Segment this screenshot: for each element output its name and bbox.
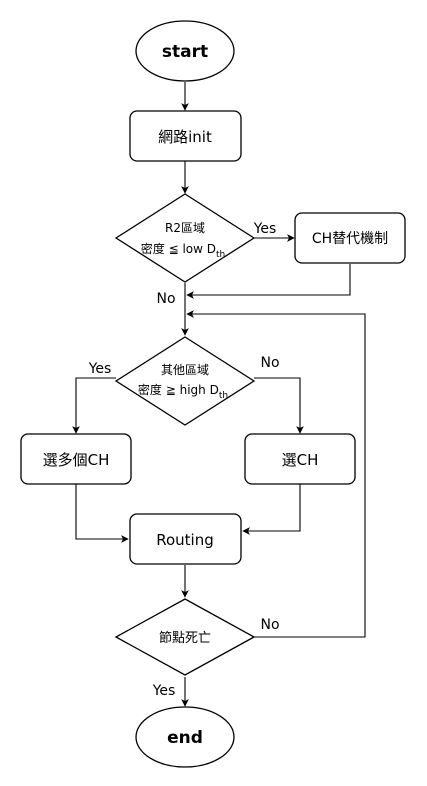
multi-ch-label: 選多個CH — [43, 451, 110, 469]
one-ch-label: 選CH — [282, 451, 319, 469]
d2-label-line1: 其他區域 — [161, 363, 209, 377]
edge-d2-no — [254, 377, 304, 434]
d3-no-label: No — [260, 617, 279, 633]
d1-label-sub: th — [216, 250, 225, 260]
d2-no-label: No — [260, 355, 279, 371]
flowchart: start 網路init R2區域 密度 ≦ low Dth CH替代機制 其他… — [20, 20, 406, 768]
edge-d2-yes — [72, 377, 116, 434]
end-node: end — [135, 706, 235, 768]
routing-node: Routing — [129, 513, 242, 565]
d3-label: 節點死亡 — [159, 631, 211, 646]
d2-label-main: 密度 ≧ high D — [138, 382, 219, 397]
edge-one-routing — [242, 484, 301, 535]
d3-yes-label: Yes — [152, 683, 176, 699]
ch-replace-label: CH替代機制 — [312, 231, 388, 247]
decision-other-density: 其他區域 密度 ≧ high Dth — [114, 336, 256, 426]
d1-label-main: 密度 ≦ low D — [141, 241, 216, 256]
multi-ch-node: 選多個CH — [20, 433, 132, 485]
d1-yes-label: Yes — [253, 221, 277, 237]
end-label: end — [167, 728, 203, 748]
d2-yes-label: Yes — [88, 361, 112, 377]
ch-replace-node: CH替代機制 — [294, 212, 406, 264]
d1-label-line1: R2區域 — [165, 221, 205, 235]
d1-no-label: No — [156, 291, 175, 307]
decision-node-dead: 節點死亡 — [114, 598, 256, 676]
routing-label: Routing — [156, 531, 214, 549]
init-label: 網路init — [158, 128, 212, 146]
edge-multi-routing — [75, 484, 129, 543]
start-label: start — [162, 42, 208, 62]
start-node: start — [135, 20, 235, 82]
one-ch-node: 選CH — [244, 433, 356, 485]
edge-chreplace-back — [186, 264, 351, 299]
d2-label-sub: th — [219, 391, 228, 401]
decision-r2-density: R2區域 密度 ≦ low Dth — [114, 193, 256, 283]
init-node: 網路init — [129, 110, 242, 162]
